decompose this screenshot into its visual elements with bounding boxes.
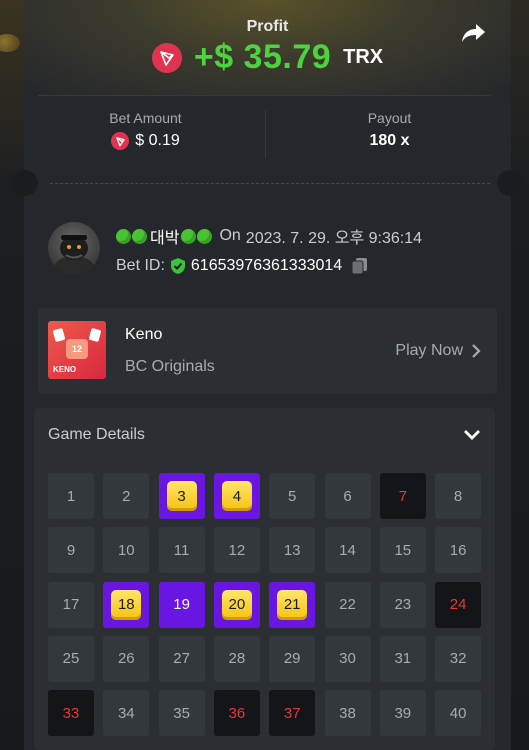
keno-cell-36: 36 bbox=[213, 690, 260, 737]
keno-cell-9: 9 bbox=[48, 527, 94, 574]
bet-id-row: Bet ID: 61653976361333014 bbox=[116, 256, 370, 276]
thumb-label: KENO bbox=[53, 365, 77, 374]
game-card[interactable]: 12 KENO Keno BC Originals Play Now bbox=[38, 308, 497, 394]
keno-cell-17: 17 bbox=[48, 581, 94, 628]
bet-amount-value: $ 0.19 bbox=[135, 132, 180, 149]
keno-cell-20: 20 bbox=[213, 581, 260, 628]
keno-cell-31: 31 bbox=[379, 635, 426, 682]
green-circle-icon bbox=[181, 228, 197, 244]
gem-tile: 3 bbox=[166, 481, 197, 511]
chevron-down-icon[interactable] bbox=[463, 428, 481, 442]
keno-cell-32: 32 bbox=[435, 635, 482, 682]
keno-cell-23: 23 bbox=[379, 581, 426, 628]
green-circle-icon bbox=[197, 228, 213, 244]
profit-header: Profit +$ 35.79 TRX bbox=[24, 0, 511, 95]
keno-cell-7: 7 bbox=[379, 473, 426, 519]
ticket-notch-left bbox=[12, 170, 38, 196]
keno-cell-22: 22 bbox=[324, 581, 371, 628]
keno-cell-25: 25 bbox=[48, 635, 94, 682]
keno-cell-27: 27 bbox=[158, 635, 205, 682]
keno-cell-1: 1 bbox=[48, 473, 94, 519]
keno-cell-16: 16 bbox=[435, 527, 482, 574]
ticket-notch-right bbox=[497, 170, 523, 196]
verified-shield-icon bbox=[170, 258, 185, 274]
keno-cell-13: 13 bbox=[269, 527, 316, 574]
game-name: Keno bbox=[125, 326, 163, 343]
keno-cell-29: 29 bbox=[269, 635, 316, 682]
keno-cell-38: 38 bbox=[324, 690, 371, 737]
payout-value: 180 x bbox=[369, 132, 410, 149]
keno-cell-24: 24 bbox=[435, 581, 482, 628]
game-details-panel: Game Details 1 2 3 4 5 6 7 8 9 10 11 12 13 14 15 16 17 18… bbox=[34, 408, 495, 750]
background-left bbox=[0, 0, 24, 750]
player-name[interactable]: 대박 bbox=[150, 224, 179, 248]
keno-cell-6: 6 bbox=[324, 473, 371, 519]
keno-cell-18: 18 bbox=[103, 581, 150, 628]
player-info: 대박 On 2023. 7. 29. 오후 9:36:14 Bet ID: 61… bbox=[48, 222, 488, 282]
game-provider: BC Originals bbox=[125, 358, 215, 375]
share-icon[interactable] bbox=[461, 22, 487, 44]
keno-cell-21: 21 bbox=[269, 581, 316, 628]
keno-cell-4: 4 bbox=[213, 473, 260, 519]
dashed-divider bbox=[50, 183, 490, 184]
keno-cell-15: 15 bbox=[379, 527, 426, 574]
keno-cell-39: 39 bbox=[379, 690, 426, 737]
keno-cell-10: 10 bbox=[103, 527, 150, 574]
keno-cell-40: 40 bbox=[435, 690, 482, 737]
gem-tile: 20 bbox=[221, 589, 252, 620]
play-now-label: Play Now bbox=[395, 342, 463, 359]
keno-cell-12: 12 bbox=[213, 527, 260, 574]
payout-block: Payout 180 x bbox=[268, 96, 511, 166]
game-details-title: Game Details bbox=[48, 426, 145, 443]
gem-tile: 4 bbox=[221, 481, 252, 511]
bet-amount-block: Bet Amount $ 0.19 bbox=[24, 96, 267, 166]
keno-cell-2: 2 bbox=[103, 473, 150, 519]
keno-cell-34: 34 bbox=[103, 690, 150, 737]
keno-cell-33: 33 bbox=[48, 690, 94, 737]
keno-cell-35: 35 bbox=[158, 690, 205, 737]
chevron-right-icon bbox=[472, 344, 481, 358]
tron-coin-icon bbox=[111, 132, 130, 150]
keno-cell-30: 30 bbox=[324, 635, 371, 682]
keno-cell-11: 11 bbox=[158, 527, 205, 574]
green-circle-icon bbox=[116, 228, 131, 244]
profit-label: Profit bbox=[246, 18, 289, 35]
bet-amount-label: Bet Amount bbox=[109, 110, 182, 126]
keno-cell-19: 19 bbox=[158, 581, 205, 628]
bet-stats: Bet Amount $ 0.19 Payout 180 x bbox=[24, 96, 511, 166]
bet-datetime: 2023. 7. 29. 오후 9:36:14 bbox=[245, 230, 423, 247]
keno-cell-14: 14 bbox=[324, 527, 371, 574]
player-name-row: 대박 On 2023. 7. 29. 오후 9:36:14 bbox=[116, 224, 422, 248]
profit-currency: TRX bbox=[343, 46, 384, 68]
keno-cell-8: 8 bbox=[435, 473, 482, 519]
thumb-number: 12 bbox=[66, 339, 88, 359]
profit-value: +$ 35.79 bbox=[193, 38, 332, 76]
keno-cell-3: 3 bbox=[158, 473, 205, 519]
gem-tile: 18 bbox=[111, 589, 142, 620]
bet-detail-card: Profit +$ 35.79 TRX Bet Amount $ 0.19 Pa… bbox=[12, 0, 523, 750]
copy-icon[interactable] bbox=[350, 256, 370, 276]
avatar[interactable] bbox=[48, 222, 100, 274]
play-now-link[interactable]: Play Now bbox=[395, 342, 481, 360]
keno-game-thumbnail: 12 KENO bbox=[48, 321, 106, 379]
tron-coin-icon bbox=[151, 42, 182, 73]
divider bbox=[265, 110, 266, 158]
payout-label: Payout bbox=[367, 110, 412, 126]
keno-cell-28: 28 bbox=[213, 635, 260, 682]
coin-decoration bbox=[0, 34, 20, 52]
keno-cell-5: 5 bbox=[269, 473, 316, 519]
keno-cell-37: 37 bbox=[269, 690, 316, 737]
bet-id-value: 61653976361333014 bbox=[190, 257, 343, 274]
bet-id-label: Bet ID: bbox=[116, 257, 165, 274]
on-label: On bbox=[219, 227, 241, 244]
background-right bbox=[511, 0, 529, 750]
bet-amount-row: $ 0.19 bbox=[24, 132, 267, 150]
green-circle-icon bbox=[132, 228, 147, 244]
keno-cell-26: 26 bbox=[103, 635, 150, 682]
gem-tile: 21 bbox=[277, 589, 308, 620]
profit-row: +$ 35.79 TRX bbox=[24, 38, 511, 77]
